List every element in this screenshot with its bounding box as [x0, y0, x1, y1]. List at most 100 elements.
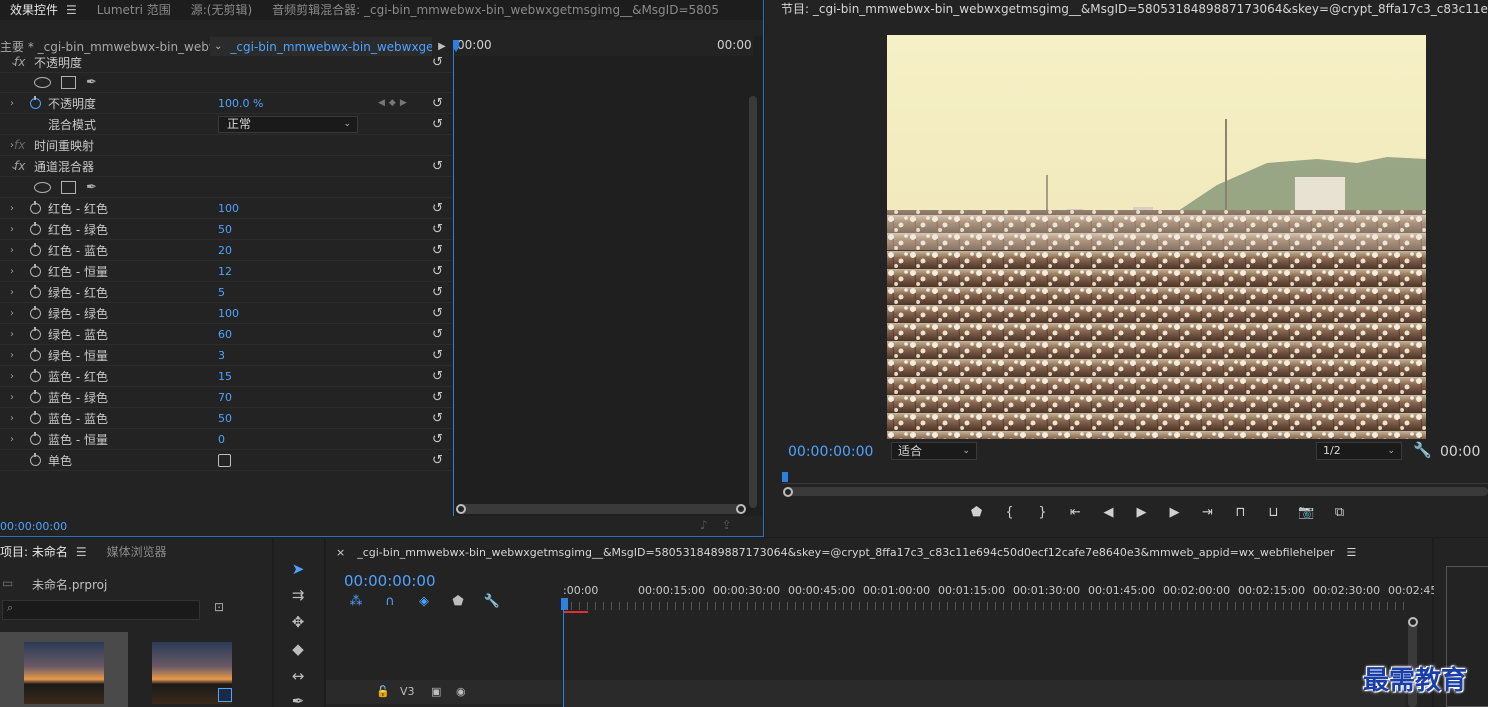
expand-chevron-icon[interactable]: › [10, 224, 14, 235]
stopwatch-icon[interactable] [30, 452, 41, 466]
settings-wrench-icon[interactable]: 🔧 [1413, 441, 1432, 459]
program-timecode[interactable]: 00:00:00:00 [788, 444, 873, 460]
channel-param-row[interactable]: › 红色 - 恒量 12 ↺ [0, 261, 452, 282]
step-back-icon[interactable]: ◀ [1092, 505, 1125, 520]
expand-chevron-icon[interactable]: › [10, 266, 14, 277]
ellipse-mask-icon[interactable] [34, 76, 51, 88]
expand-chevron-icon[interactable]: › [10, 203, 14, 214]
panel-menu-icon[interactable]: ☰ [66, 3, 77, 17]
reset-icon[interactable]: ↺ [432, 348, 443, 363]
channel-param-row[interactable]: › 蓝色 - 恒量 0 ↺ [0, 429, 452, 450]
channel-param-row[interactable]: › 绿色 - 绿色 100 ↺ [0, 303, 452, 324]
reset-icon[interactable]: ↺ [432, 432, 443, 447]
channel-param-value[interactable]: 100 [218, 307, 239, 320]
slip-tool-icon[interactable]: ↔ [285, 665, 311, 687]
channel-param-value[interactable]: 12 [218, 265, 232, 278]
channel-param-value[interactable]: 70 [218, 391, 232, 404]
timeline-settings-wrench-icon[interactable]: 🔧 [482, 594, 502, 609]
timeline-timecode[interactable]: 00:00:00:00 [344, 572, 436, 590]
expand-chevron-icon[interactable]: › [10, 413, 14, 424]
timeline-playhead-handle[interactable] [561, 598, 568, 610]
fx-icon[interactable]: fx [14, 159, 25, 173]
ripple-edit-tool-icon[interactable]: ✥ [285, 611, 311, 633]
blend-mode-dropdown[interactable]: 正常 ⌄ [218, 115, 358, 133]
tab-audio-clip-mixer[interactable]: 音频剪辑混合器: _cgi-bin_mmwebwx-bin_webwxgetms… [262, 0, 729, 20]
expand-chevron-icon[interactable]: › [10, 287, 14, 298]
stopwatch-icon[interactable] [30, 242, 41, 256]
channel-param-value[interactable]: 50 [218, 223, 232, 236]
reset-icon[interactable]: ↺ [432, 96, 443, 111]
effect-timeline-ruler[interactable]: 00:00 00:00 [453, 36, 753, 56]
track-lane-v3[interactable] [564, 680, 1406, 707]
stopwatch-icon[interactable] [30, 347, 41, 361]
new-bin-icon[interactable]: ⊡ [214, 600, 224, 614]
rectangle-mask-icon[interactable] [61, 180, 76, 194]
add-marker-icon[interactable]: ⬟ [960, 505, 993, 520]
eye-icon[interactable]: ◉ [456, 685, 466, 698]
stopwatch-icon[interactable] [30, 431, 41, 445]
project-file-row[interactable]: ▭ 未命名.prproj [0, 574, 272, 594]
lift-icon[interactable]: ⊓ [1224, 505, 1257, 520]
audio-icon[interactable]: ♪ [700, 518, 722, 532]
program-playhead[interactable] [782, 472, 788, 482]
playback-resolution-dropdown[interactable]: 1/2 ⌄ [1316, 442, 1402, 460]
media-thumbnail[interactable] [128, 632, 256, 707]
monochrome-checkbox[interactable] [218, 453, 231, 467]
export-icon[interactable]: ⇪ [722, 518, 746, 532]
reset-icon[interactable]: ↺ [432, 306, 443, 321]
effect-vertical-scrollbar[interactable] [749, 96, 757, 508]
play-triangle-icon[interactable]: ▶ [432, 41, 452, 52]
extract-icon[interactable]: ⊔ [1257, 505, 1290, 520]
project-search-input[interactable]: ⌕ [2, 600, 200, 620]
reset-icon[interactable]: ↺ [432, 327, 443, 342]
nest-icon[interactable]: ⁂ [346, 594, 366, 609]
stopwatch-icon[interactable] [30, 368, 41, 382]
channel-param-value[interactable]: 20 [218, 244, 232, 257]
add-marker-icon[interactable]: ⬟ [448, 594, 468, 609]
export-frame-icon[interactable]: 📷 [1290, 505, 1323, 520]
scroll-handle-icon[interactable] [736, 504, 746, 514]
lock-icon[interactable]: 🔓 [376, 685, 390, 698]
channel-param-row[interactable]: › 蓝色 - 蓝色 50 ↺ [0, 408, 452, 429]
zoom-fit-dropdown[interactable]: 适合 ⌄ [891, 442, 977, 460]
channel-param-value[interactable]: 0 [218, 433, 225, 446]
channel-param-row[interactable]: › 绿色 - 蓝色 60 ↺ [0, 324, 452, 345]
channel-param-row[interactable]: › 蓝色 - 绿色 70 ↺ [0, 387, 452, 408]
linked-selection-icon[interactable]: ◈ [414, 594, 434, 609]
reset-icon[interactable]: ↺ [432, 243, 443, 258]
program-zoom-scrollbar[interactable] [783, 487, 1488, 496]
stopwatch-icon[interactable] [30, 410, 41, 424]
expand-chevron-icon[interactable]: › [10, 98, 14, 109]
tab-project[interactable]: 项目: 未命名 ☰ [0, 542, 97, 562]
reset-icon[interactable]: ↺ [432, 369, 443, 384]
selection-tool-icon[interactable]: ➤ [285, 558, 311, 580]
time-remap-row[interactable]: › fx 时间重映射 [0, 135, 452, 156]
effect-current-time[interactable]: 00:00:00:00 [0, 520, 67, 533]
fx-icon[interactable]: fx [14, 55, 25, 69]
timeline-sequence-tab[interactable]: × _cgi-bin_mmwebwx-bin_webwxgetmsgimg__&M… [336, 546, 1356, 559]
stopwatch-icon[interactable] [30, 284, 41, 298]
reset-icon[interactable]: ↺ [432, 390, 443, 405]
tab-source[interactable]: 源:(无剪辑) [181, 0, 262, 20]
step-forward-icon[interactable]: ▶ [1158, 505, 1191, 520]
scroll-handle-icon[interactable] [456, 504, 466, 514]
stopwatch-icon[interactable] [30, 221, 41, 235]
tab-lumetri-scopes[interactable]: Lumetri 范围 [87, 0, 181, 20]
opacity-param-row[interactable]: › 不透明度 100.0 % ◀◆▶ ↺ [0, 93, 452, 114]
channel-param-value[interactable]: 15 [218, 370, 232, 383]
tab-media-browser[interactable]: 媒体浏览器 [97, 542, 177, 562]
work-area-bar[interactable] [563, 611, 588, 613]
rectangle-mask-icon[interactable] [61, 75, 76, 89]
sync-lock-icon[interactable]: ▣ [431, 685, 441, 698]
track-select-tool-icon[interactable]: ⇉ [285, 584, 311, 606]
go-to-in-icon[interactable]: ⇤ [1059, 505, 1092, 520]
panel-menu-icon[interactable]: ☰ [1346, 546, 1356, 559]
expand-chevron-icon[interactable]: › [10, 434, 14, 445]
stopwatch-icon[interactable] [30, 326, 41, 340]
scroll-handle-icon[interactable] [1408, 617, 1418, 627]
reset-icon[interactable]: ↺ [432, 264, 443, 279]
program-time-ruler[interactable] [783, 468, 1488, 484]
stopwatch-icon[interactable] [30, 200, 41, 214]
channel-param-value[interactable]: 5 [218, 286, 225, 299]
reset-icon[interactable]: ↺ [432, 453, 443, 468]
